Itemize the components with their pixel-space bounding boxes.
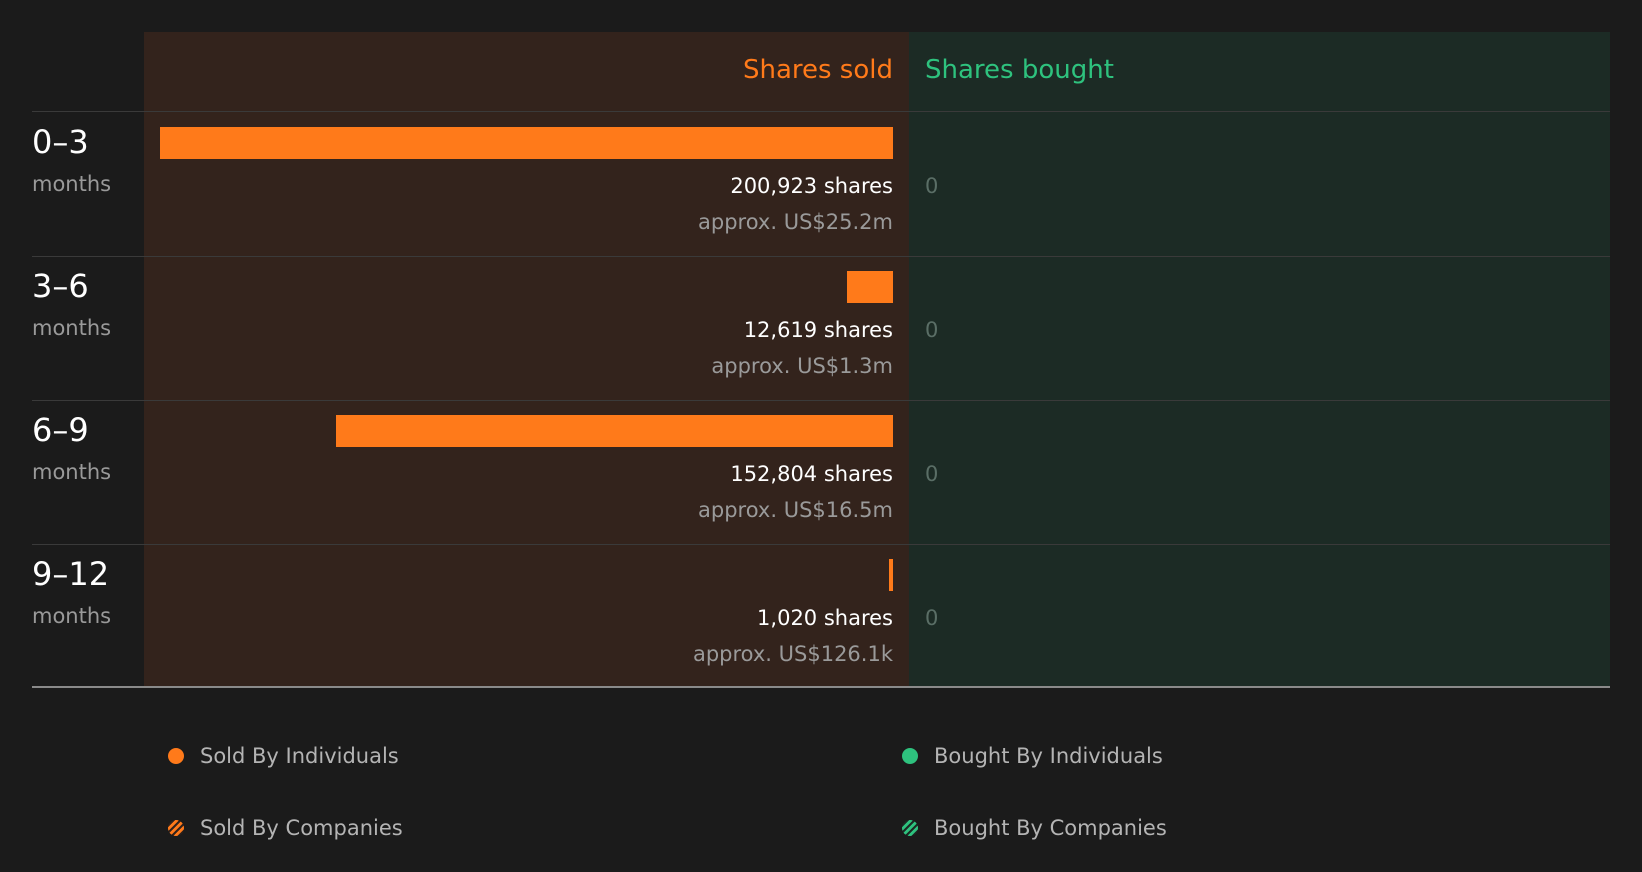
row-9-12-months: 9–12 months 1,020 shares approx. US$126.… [0, 544, 1642, 688]
period-unit-label: months [32, 460, 112, 484]
period-label: 0–3 [32, 123, 89, 161]
period-unit-label: months [32, 604, 112, 628]
legend-bought-by-companies: Bought By Companies [902, 814, 1167, 842]
legend-sold-by-individuals: Sold By Individuals [168, 742, 399, 770]
chart-baseline [32, 686, 1610, 688]
sold-value-label: approx. US$16.5m [698, 498, 893, 522]
sold-value-label: approx. US$1.3m [711, 354, 893, 378]
sold-shares-label: 152,804 shares [730, 462, 893, 486]
bought-shares-label: 0 [925, 606, 939, 630]
period-label: 3–6 [32, 267, 89, 305]
bought-shares-label: 0 [925, 318, 939, 342]
legend-label: Sold By Individuals [200, 744, 399, 768]
bought-shares-label: 0 [925, 174, 939, 198]
sold-value-label: approx. US$126.1k [692, 642, 893, 666]
sold-shares-label: 1,020 shares [757, 606, 893, 630]
striped-green-dot-icon [902, 820, 918, 836]
period-label: 6–9 [32, 411, 89, 449]
shares-sold-header: Shares sold [742, 55, 893, 85]
bought-shares-label: 0 [925, 462, 939, 486]
period-unit-label: months [32, 316, 112, 340]
legend-bought-by-individuals: Bought By Individuals [902, 742, 1163, 770]
legend-label: Sold By Companies [200, 816, 403, 840]
sold-bar [160, 127, 893, 159]
legend-sold-by-companies: Sold By Companies [168, 814, 403, 842]
striped-orange-dot-icon [168, 820, 184, 836]
row-3-6-months: 3–6 months 12,619 shares approx. US$1.3m… [0, 256, 1642, 400]
period-label: 9–12 [32, 555, 110, 593]
sold-shares-label: 200,923 shares [730, 174, 893, 198]
period-unit-label: months [32, 172, 112, 196]
shares-bought-header: Shares bought [925, 55, 1114, 85]
legend-label: Bought By Companies [934, 816, 1167, 840]
solid-green-dot-icon [902, 748, 918, 764]
legend-label: Bought By Individuals [934, 744, 1163, 768]
solid-orange-dot-icon [168, 748, 184, 764]
sold-bar [336, 415, 893, 447]
sold-bar [889, 559, 893, 591]
sold-shares-label: 12,619 shares [743, 318, 893, 342]
sold-value-label: approx. US$25.2m [698, 210, 893, 234]
row-6-9-months: 6–9 months 152,804 shares approx. US$16.… [0, 400, 1642, 544]
row-0-3-months: 0–3 months 200,923 shares approx. US$25.… [0, 112, 1642, 256]
sold-bar [847, 271, 893, 303]
